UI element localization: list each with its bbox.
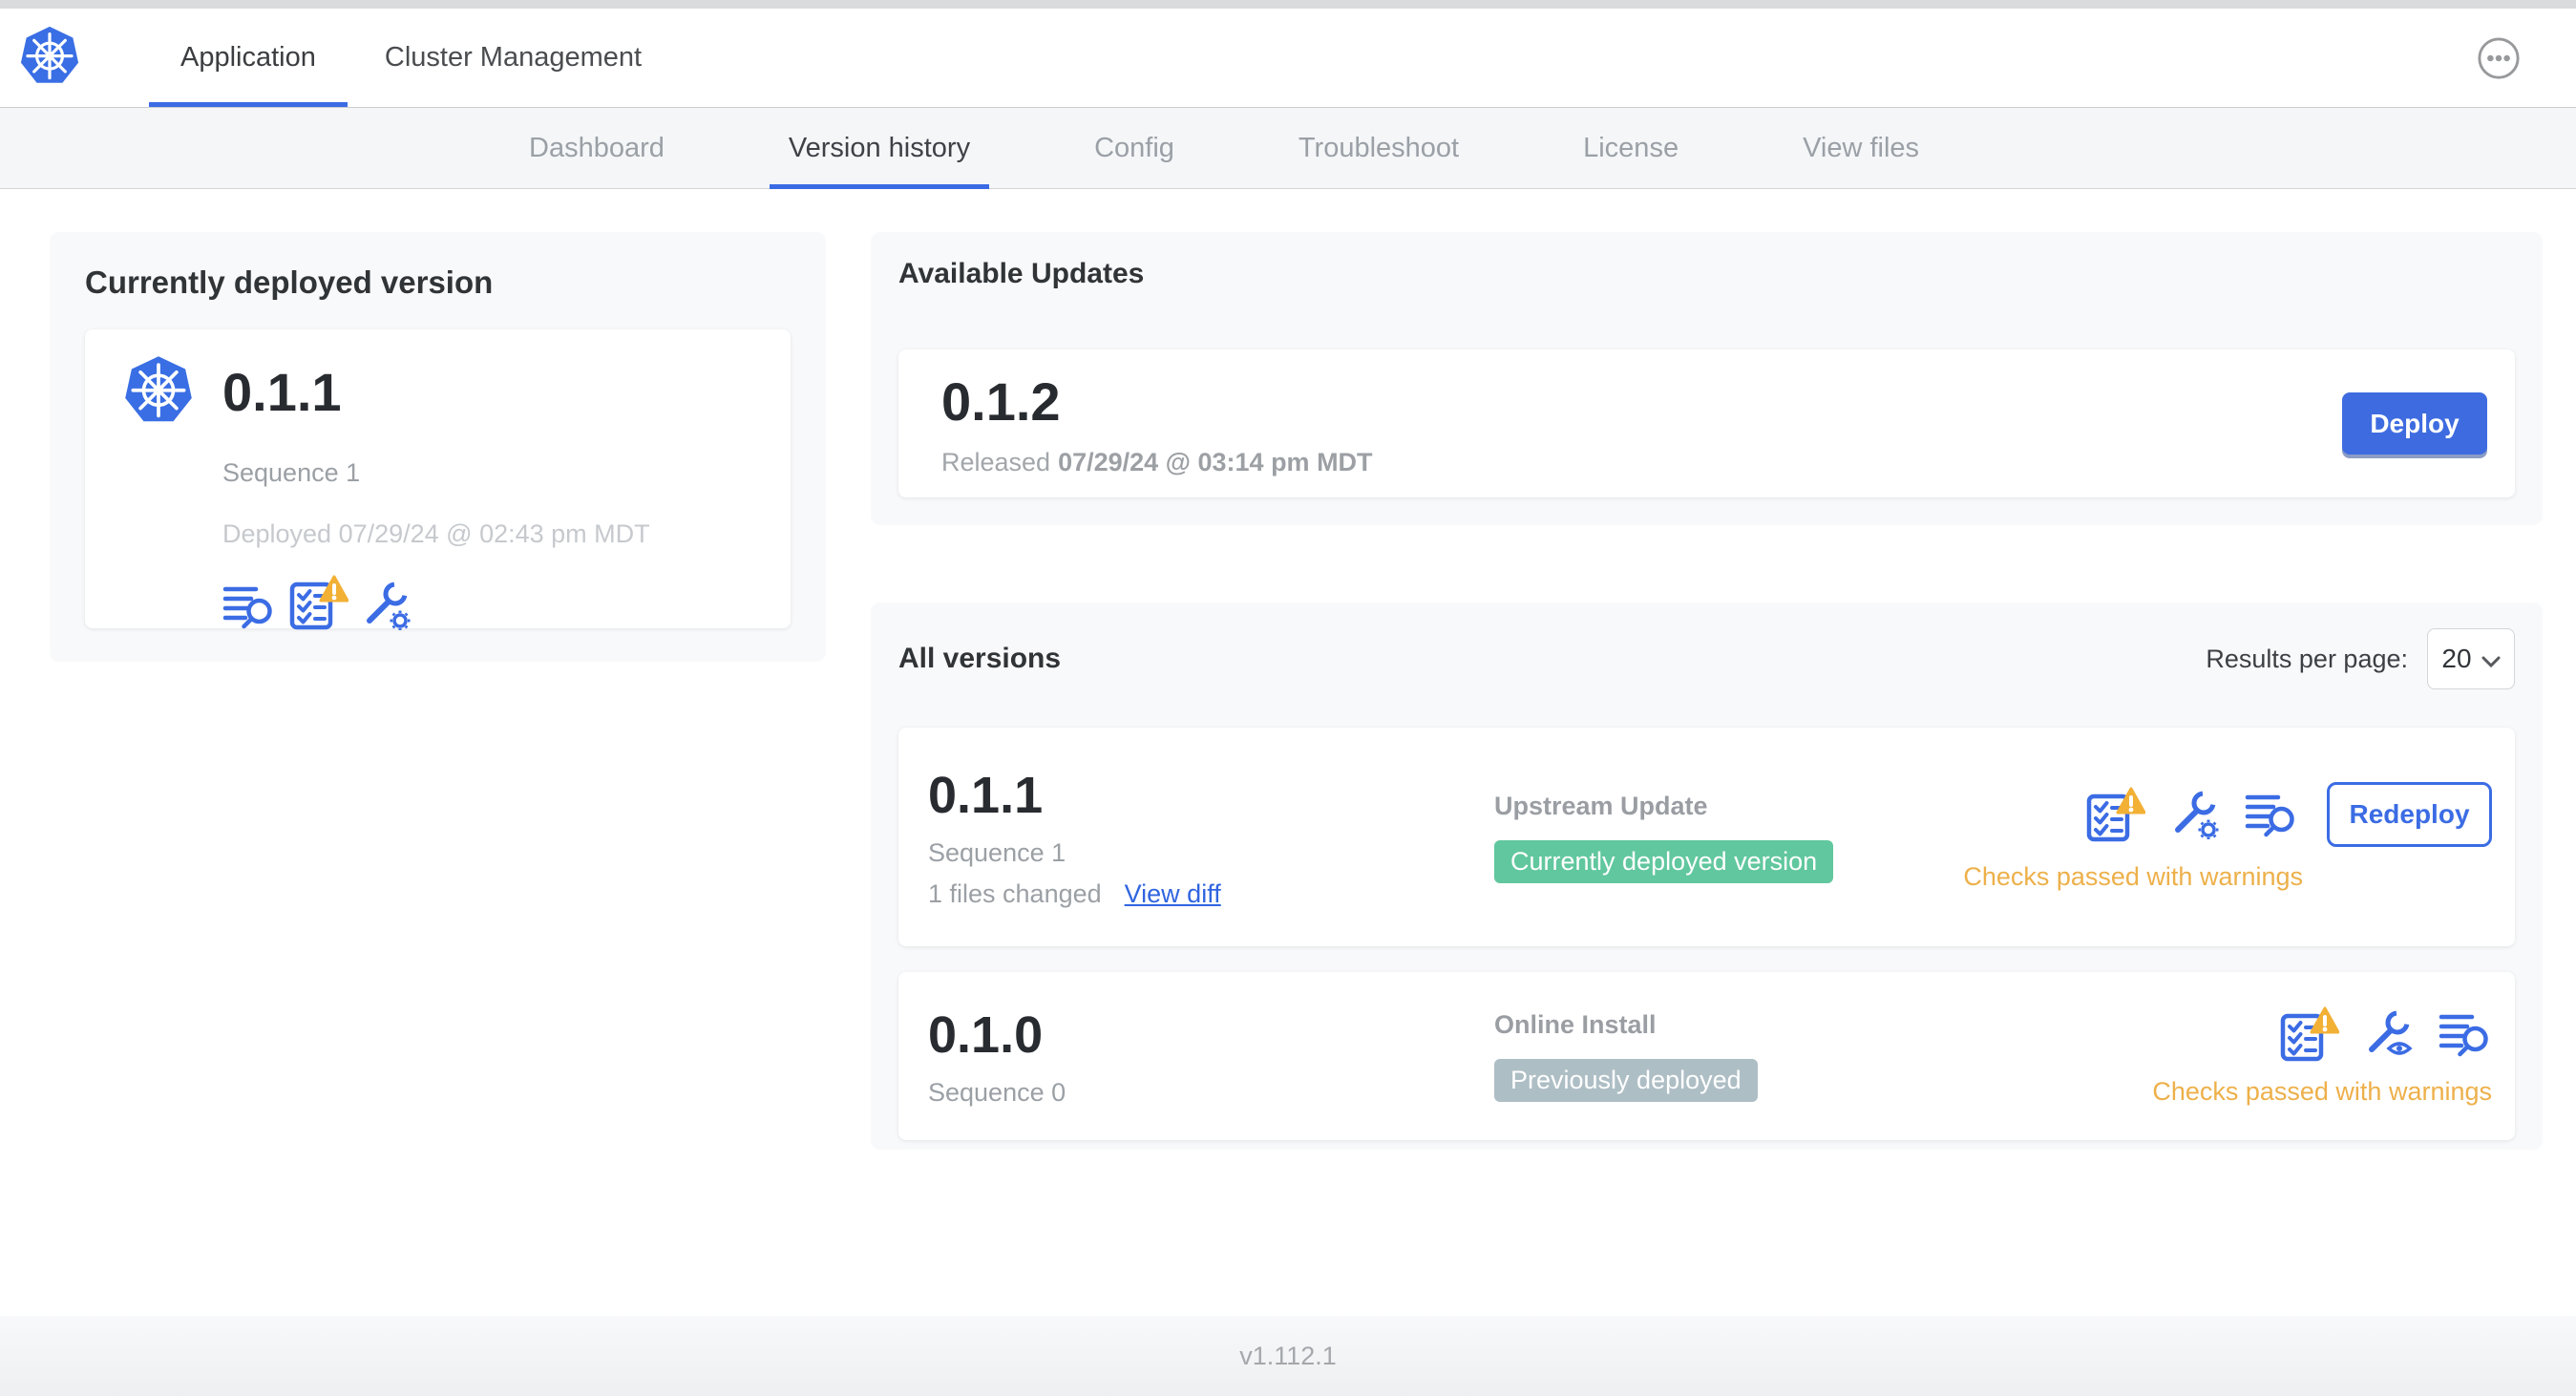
preflight-checks-warning-icon[interactable] — [289, 575, 348, 630]
tab-dashboard[interactable]: Dashboard — [510, 108, 684, 188]
available-updates-card: Available Updates 0.1.2 Released 07/29/24… — [871, 232, 2543, 525]
chevron-down-icon — [2481, 644, 2501, 674]
files-changed-label: 1 files changed — [928, 878, 1102, 908]
window-top-strip — [0, 0, 2576, 9]
app-footer: v1.112.1 — [0, 1316, 2576, 1396]
released-date: 07/29/24 @ 03:14 pm MDT — [1058, 447, 1373, 476]
current-version-deployed-timestamp: Deployed 07/29/24 @ 02:43 pm MDT — [222, 519, 650, 548]
row-sequence: Sequence 0 — [928, 1077, 1066, 1107]
current-version-title: Currently deployed version — [85, 264, 494, 300]
update-version-number: 0.1.2 — [941, 370, 1061, 432]
app-header: Application Cluster Management — [0, 9, 2576, 107]
available-updates-title: Available Updates — [898, 258, 1145, 289]
view-diff-link[interactable]: View diff — [1125, 879, 1221, 909]
preflight-status-text: Checks passed with warnings — [2152, 1076, 2492, 1106]
tab-version-history[interactable]: Version history — [769, 108, 990, 189]
console-version-label: v1.112.1 — [1239, 1341, 1337, 1370]
row-version-number: 0.1.0 — [928, 1005, 1044, 1064]
all-versions-title: All versions — [898, 643, 1062, 674]
overflow-menu-button[interactable] — [2477, 36, 2521, 80]
tab-troubleshoot[interactable]: Troubleshoot — [1279, 108, 1478, 188]
deploy-logs-icon[interactable] — [2439, 1010, 2492, 1058]
edit-config-icon[interactable] — [2170, 790, 2220, 839]
tab-application[interactable]: Application — [149, 9, 348, 107]
deploy-logs-icon[interactable] — [222, 582, 276, 630]
tab-cluster-management[interactable]: Cluster Management — [353, 9, 673, 107]
main-content: Currently deployed version 0.1.1 Sequenc… — [0, 189, 2576, 1316]
preflight-checks-warning-icon[interactable] — [2280, 1006, 2339, 1062]
redeploy-button[interactable]: Redeploy — [2327, 782, 2492, 847]
version-row-0-1-1: 0.1.1 Sequence 1 1 files changed View di… — [898, 728, 2515, 946]
status-badge-previously-deployed: Previously deployed — [1494, 1059, 1758, 1102]
preflight-checks-warning-icon[interactable] — [2086, 787, 2145, 842]
released-label: Released — [941, 447, 1051, 476]
edit-config-icon[interactable] — [362, 581, 412, 630]
tab-license[interactable]: License — [1564, 108, 1698, 188]
ellipsis-icon — [2477, 36, 2521, 80]
status-badge-currently-deployed: Currently deployed version — [1494, 839, 1834, 883]
preflight-status-text: Checks passed with warnings — [1963, 862, 2303, 891]
update-released-timestamp: Released 07/29/24 @ 03:14 pm MDT — [941, 448, 1373, 477]
tab-config[interactable]: Config — [1075, 108, 1193, 188]
results-per-page-value: 20 — [2441, 644, 2472, 673]
results-per-page-select[interactable]: 20 — [2427, 628, 2515, 689]
all-versions-card: All versions Results per page: 20 0.1.1 … — [871, 603, 2543, 1150]
row-source-label: Online Install — [1494, 1010, 1657, 1039]
row-version-number: 0.1.1 — [928, 766, 1044, 824]
current-version-panel: 0.1.1 Sequence 1 Deployed 07/29/24 @ 02:… — [85, 329, 791, 630]
kubernetes-app-icon — [123, 354, 194, 430]
current-version-number: 0.1.1 — [222, 362, 342, 422]
results-per-page: Results per page: 20 — [2206, 628, 2515, 689]
deploy-logs-icon[interactable] — [2245, 791, 2298, 838]
row-source-label: Upstream Update — [1494, 791, 1708, 820]
app-subnav: Dashboard Version history Config Trouble… — [0, 107, 2576, 189]
current-version-actions — [222, 575, 752, 630]
row-sequence: Sequence 1 — [928, 837, 1066, 867]
version-row-0-1-0: 0.1.0 Sequence 0 Online Install Previous… — [898, 972, 2515, 1140]
current-version-sequence: Sequence 1 — [222, 458, 361, 487]
tab-view-files[interactable]: View files — [1784, 108, 1938, 188]
available-update-row: 0.1.2 Released 07/29/24 @ 03:14 pm MDT De… — [898, 349, 2515, 497]
results-per-page-label: Results per page: — [2206, 644, 2408, 673]
header-tabs: Application Cluster Management — [149, 9, 673, 107]
view-config-icon[interactable] — [2364, 1009, 2414, 1059]
kubernetes-logo-icon — [19, 25, 80, 91]
deploy-button[interactable]: Deploy — [2342, 392, 2487, 455]
current-version-card: Currently deployed version 0.1.1 Sequenc… — [50, 232, 826, 662]
